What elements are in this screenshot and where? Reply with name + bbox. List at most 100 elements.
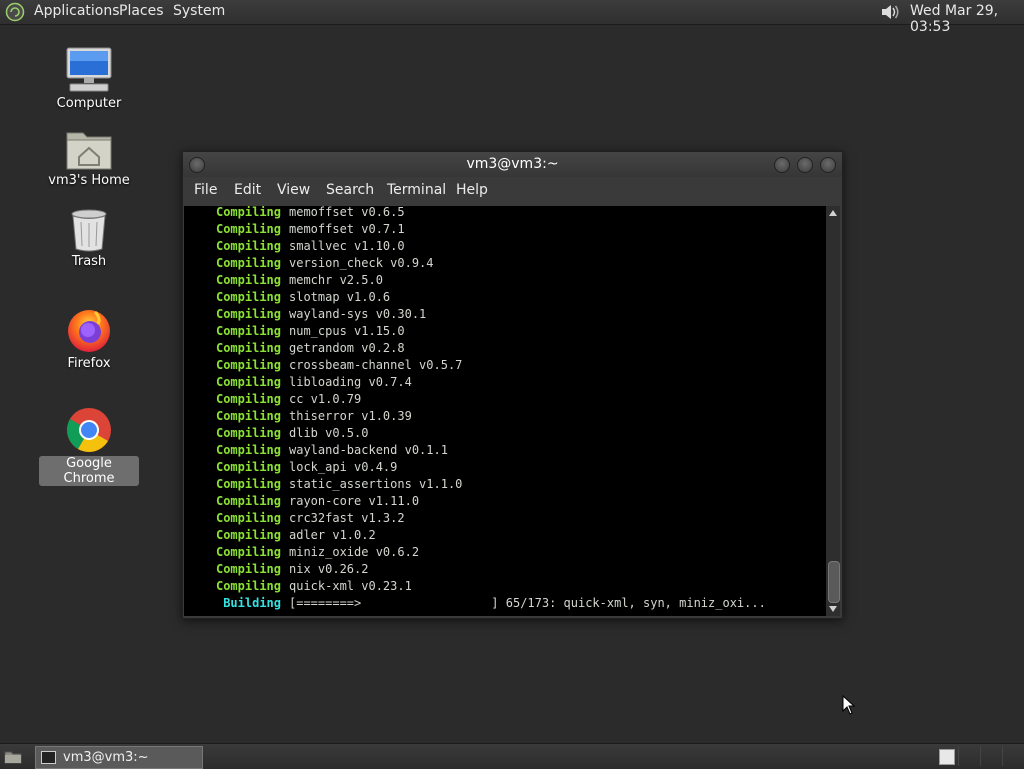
- terminal-line-keyword: Compiling: [215, 477, 281, 491]
- terminal-line-keyword: Compiling: [215, 222, 281, 236]
- terminal-line: Compiling static_assertions v1.1.0: [184, 476, 824, 493]
- terminal-status-line: Building [========> ] 65/173: quick-xml, …: [184, 595, 824, 612]
- workspace-1[interactable]: [939, 749, 955, 765]
- terminal-line-keyword: Compiling: [215, 358, 281, 372]
- terminal-line-keyword: Compiling: [215, 239, 281, 253]
- menu-places[interactable]: Places: [119, 3, 164, 19]
- terminal-line: Compiling slotmap v1.0.6: [184, 289, 824, 306]
- terminal-line-keyword: Compiling: [215, 494, 281, 508]
- terminal-menubar: File Edit View Search Terminal Help: [183, 177, 842, 205]
- workspace-3[interactable]: [980, 746, 1001, 766]
- terminal-line-text: memoffset v0.7.1: [289, 222, 405, 236]
- terminal-line-text: memoffset v0.6.5: [289, 206, 405, 219]
- menu-terminal[interactable]: Terminal: [387, 182, 446, 198]
- window-title: vm3@vm3:~: [466, 156, 559, 172]
- scroll-thumb[interactable]: [828, 561, 840, 603]
- window-menu-button[interactable]: [189, 157, 205, 173]
- desktop-icon-label: Computer: [56, 96, 122, 111]
- terminal-line-keyword: Compiling: [215, 324, 281, 338]
- terminal-line: Compiling memchr v2.5.0: [184, 272, 824, 289]
- terminal-line-text: quick-xml v0.23.1: [289, 579, 412, 593]
- terminal-line: Compiling miniz_oxide v0.6.2: [184, 544, 824, 561]
- terminal-icon: [41, 751, 56, 764]
- terminal-line-text: crossbeam-channel v0.5.7: [289, 358, 463, 372]
- terminal-line: Compiling memoffset v0.6.5: [184, 206, 824, 221]
- terminal-line-keyword: Compiling: [215, 545, 281, 559]
- firefox-icon: [68, 310, 110, 352]
- clock[interactable]: Wed Mar 29, 03:53: [910, 3, 1024, 35]
- top-panel: Applications Places System Wed Mar 29, 0…: [0, 0, 1024, 35]
- menu-search[interactable]: Search: [326, 182, 374, 198]
- menu-edit[interactable]: Edit: [234, 182, 261, 198]
- terminal-window[interactable]: vm3@vm3:~ File Edit View Search Terminal…: [182, 151, 843, 619]
- terminal-line-text: static_assertions v1.1.0: [289, 477, 463, 491]
- desktop-icon-trash[interactable]: Trash: [39, 208, 139, 269]
- terminal-line: Compiling adler v1.0.2: [184, 527, 824, 544]
- terminal-line-keyword: Compiling: [215, 307, 281, 321]
- desktop-icon-chrome[interactable]: Google Chrome: [39, 406, 139, 486]
- menu-file[interactable]: File: [194, 182, 217, 198]
- menu-applications[interactable]: Applications: [34, 3, 120, 19]
- terminal-line-keyword: Compiling: [215, 562, 281, 576]
- terminal-line-keyword: Compiling: [215, 579, 281, 593]
- terminal-line: Compiling nix v0.26.2: [184, 561, 824, 578]
- terminal-line-text: thiserror v1.0.39: [289, 409, 412, 423]
- volume-icon[interactable]: [879, 2, 901, 22]
- desktop-icon-label: Trash: [71, 254, 107, 269]
- terminal-line: Compiling quick-xml v0.23.1: [184, 578, 824, 595]
- terminal-line: Compiling num_cpus v1.15.0: [184, 323, 824, 340]
- mouse-cursor-icon: [842, 695, 856, 715]
- desktop-icon-firefox[interactable]: Firefox: [39, 306, 139, 371]
- terminal-line-text: wayland-sys v0.30.1: [289, 307, 427, 321]
- terminal-line-text: adler v1.0.2: [289, 528, 376, 542]
- terminal-line: Compiling libloading v0.7.4: [184, 374, 824, 391]
- terminal-line: Compiling lock_api v0.4.9: [184, 459, 824, 476]
- desktop-icon-label: Firefox: [67, 356, 111, 371]
- menu-system[interactable]: System: [173, 3, 225, 19]
- terminal-line-text: libloading v0.7.4: [289, 375, 412, 389]
- terminal-line: Compiling thiserror v1.0.39: [184, 408, 824, 425]
- workspace-2[interactable]: [958, 746, 979, 766]
- terminal-line: Compiling version_check v0.9.4: [184, 255, 824, 272]
- terminal-line-keyword: Compiling: [215, 443, 281, 457]
- terminal-line-text: version_check v0.9.4: [289, 256, 434, 270]
- terminal-line: Compiling crossbeam-channel v0.5.7: [184, 357, 824, 374]
- menu-help[interactable]: Help: [456, 182, 488, 198]
- terminal-line-keyword: Compiling: [215, 290, 281, 304]
- scroll-up-arrow[interactable]: [829, 210, 837, 216]
- terminal-output[interactable]: Compiling memoffset v0.6.5 Compiling memoff…: [184, 206, 826, 616]
- terminal-line-text: num_cpus v1.15.0: [289, 324, 405, 338]
- terminal-line: Compiling cc v1.0.79: [184, 391, 824, 408]
- show-desktop-icon[interactable]: [4, 748, 22, 764]
- desktop-icon-home[interactable]: vm3's Home: [39, 127, 139, 188]
- terminal-scrollbar[interactable]: [826, 206, 840, 616]
- terminal-line-keyword: Compiling: [215, 375, 281, 389]
- bottom-panel: vm3@vm3:~: [0, 743, 1024, 769]
- terminal-line-text: lock_api v0.4.9: [289, 460, 398, 474]
- close-button[interactable]: [820, 157, 836, 173]
- terminal-line-text: memchr v2.5.0: [289, 273, 383, 287]
- scroll-down-arrow[interactable]: [829, 606, 837, 612]
- minimize-button[interactable]: [774, 157, 790, 173]
- terminal-line-keyword: Compiling: [215, 256, 281, 270]
- terminal-line-text: nix v0.26.2: [289, 562, 369, 576]
- terminal-line-keyword: Compiling: [215, 426, 281, 440]
- terminal-line-keyword: Compiling: [215, 392, 281, 406]
- terminal-line-text: miniz_oxide v0.6.2: [289, 545, 420, 559]
- terminal-line-keyword: Compiling: [215, 528, 281, 542]
- terminal-line: Compiling rayon-core v1.11.0: [184, 493, 824, 510]
- terminal-line: Compiling getrandom v0.2.8: [184, 340, 824, 357]
- desktop-icon-computer[interactable]: Computer: [39, 46, 139, 111]
- terminal-line-text: rayon-core v1.11.0: [289, 494, 420, 508]
- terminal-line-text: dlib v0.5.0: [289, 426, 369, 440]
- taskbar-item-terminal[interactable]: vm3@vm3:~: [35, 746, 203, 769]
- terminal-line: Compiling wayland-sys v0.30.1: [184, 306, 824, 323]
- mate-logo-icon[interactable]: [5, 2, 25, 22]
- menu-view[interactable]: View: [277, 182, 310, 198]
- terminal-line-keyword: Compiling: [215, 409, 281, 423]
- window-titlebar[interactable]: vm3@vm3:~: [183, 152, 842, 177]
- terminal-line: Compiling smallvec v1.10.0: [184, 238, 824, 255]
- computer-icon: [66, 47, 112, 92]
- workspace-4[interactable]: [1002, 746, 1023, 766]
- maximize-button[interactable]: [797, 157, 813, 173]
